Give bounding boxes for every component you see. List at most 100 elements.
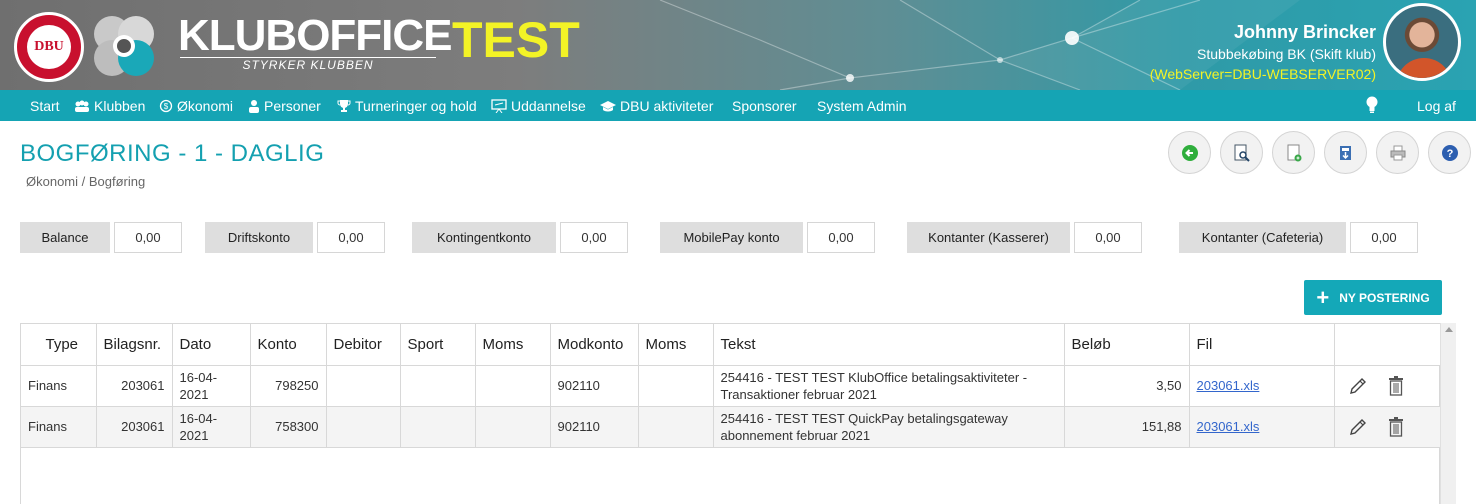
nav-item-personer[interactable]: Personer (248, 98, 321, 114)
kontanter-cafeteria-field: Kontanter (Cafeteria) 0,00 (1179, 222, 1418, 253)
cell-bilagsnr: 203061 (96, 365, 173, 407)
export-button[interactable] (1324, 131, 1367, 174)
nav-item-label: Økonomi (177, 98, 234, 114)
cell-moms (475, 406, 551, 448)
cell-tekst: 254416 - TEST TEST KlubOffice betalingsa… (713, 365, 1065, 407)
column-header-beloeb[interactable]: Beløb (1064, 324, 1190, 366)
nav-item-start[interactable]: Start (30, 98, 60, 114)
column-header-konto[interactable]: Konto (250, 324, 327, 366)
new-posting-label: NY POSTERING (1339, 290, 1430, 305)
column-header-dato[interactable]: Dato (172, 324, 251, 366)
nav-item-oekonomi[interactable]: $ Økonomi (159, 98, 233, 114)
table-row[interactable]: Finans 203061 16-04-2021 758300 902110 2… (21, 406, 1442, 448)
back-button[interactable] (1168, 131, 1211, 174)
logout-link[interactable]: Log af (1417, 98, 1456, 114)
preview-button[interactable] (1220, 131, 1263, 174)
table-row[interactable]: Finans 203061 16-04-2021 798250 902110 2… (21, 365, 1442, 407)
nav-item-uddannelse[interactable]: Uddannelse (491, 98, 586, 114)
column-header-type[interactable]: Type (21, 324, 97, 366)
new-document-button[interactable] (1272, 131, 1315, 174)
coin-icon: $ (159, 99, 173, 113)
nav-item-label: Turneringer og hold (355, 98, 477, 114)
main-nav: Start Klubben $ Økonomi Personer Turneri… (0, 90, 1476, 121)
nav-item-label: Uddannelse (511, 98, 586, 114)
kontingentkonto-label: Kontingentkonto (412, 222, 556, 253)
nav-item-label: Start (30, 98, 60, 114)
cell-beloeb: 151,88 (1064, 406, 1190, 448)
svg-text:?: ? (1446, 148, 1453, 160)
plus-icon: + (1316, 284, 1330, 310)
column-header-moms[interactable]: Moms (475, 324, 551, 366)
cell-debitor (326, 365, 401, 407)
new-document-icon (1287, 144, 1301, 161)
brand-tagline: STYRKER KLUBBEN (180, 57, 436, 72)
nav-item-system-admin[interactable]: System Admin (817, 98, 906, 114)
lightbulb-icon[interactable] (1365, 96, 1379, 114)
cell-type: Finans (21, 406, 97, 448)
file-link[interactable]: 203061.xls (1197, 419, 1260, 434)
cell-type: Finans (21, 365, 97, 407)
cell-moms-2 (638, 406, 714, 448)
balance-value: 0,00 (114, 222, 182, 253)
cell-debitor (326, 406, 401, 448)
cell-dato: 16-04-2021 (172, 365, 251, 407)
help-button[interactable]: ? (1428, 131, 1471, 174)
mobilepay-label: MobilePay konto (660, 222, 803, 253)
breadcrumb[interactable]: Økonomi / Bogføring (26, 174, 145, 189)
kontanter-kasserer-value: 0,00 (1074, 222, 1142, 253)
kontingentkonto-value: 0,00 (560, 222, 628, 253)
nav-item-dbu-aktiviteter[interactable]: DBU aktiviteter (600, 98, 713, 114)
nav-item-label: Klubben (94, 98, 146, 114)
driftskonto-label: Driftskonto (205, 222, 313, 253)
people-icon (75, 100, 89, 112)
cell-moms-2 (638, 365, 714, 407)
new-posting-button[interactable]: + NY POSTERING (1304, 280, 1442, 315)
graduation-cap-icon (600, 101, 616, 112)
user-name: Johnny Brincker (1233, 22, 1376, 42)
nav-item-label: DBU aktiviteter (620, 98, 714, 114)
cell-konto: 758300 (250, 406, 327, 448)
document-search-icon (1234, 144, 1250, 162)
cell-bilagsnr: 203061 (96, 406, 173, 448)
cell-beloeb: 3,50 (1064, 365, 1190, 407)
export-icon (1339, 145, 1351, 160)
dbu-logo[interactable]: DBU (14, 12, 84, 82)
postings-table: Type Bilagsnr. Dato Konto Debitor Sport … (20, 323, 1442, 504)
cell-dato: 16-04-2021 (172, 406, 251, 448)
nav-item-klubben[interactable]: Klubben (74, 98, 145, 114)
avatar[interactable] (1383, 3, 1461, 81)
cell-tekst: 254416 - TEST TEST QuickPay betalingsgat… (713, 406, 1065, 448)
nav-item-turneringer[interactable]: Turneringer og hold (337, 98, 477, 114)
column-header-bilagsnr[interactable]: Bilagsnr. (96, 324, 173, 366)
column-header-fil[interactable]: Fil (1189, 324, 1335, 366)
print-button[interactable] (1376, 131, 1419, 174)
file-link[interactable]: 203061.xls (1197, 378, 1260, 393)
balance-field: Balance 0,00 (20, 222, 182, 253)
column-header-modkonto[interactable]: Modkonto (550, 324, 639, 366)
edit-pencil-icon[interactable] (1348, 417, 1368, 437)
back-arrow-icon (1181, 144, 1198, 161)
svg-text:$: $ (164, 102, 169, 111)
nav-item-label: System Admin (817, 98, 907, 114)
mobilepay-value: 0,00 (807, 222, 875, 253)
table-scrollbar[interactable] (1440, 323, 1456, 504)
switch-club-link[interactable]: Stubbekøbing BK (Skift klub) (1197, 46, 1376, 62)
column-header-sport[interactable]: Sport (400, 324, 476, 366)
scroll-up-arrow-icon[interactable] (1445, 327, 1453, 332)
trash-icon[interactable] (1386, 416, 1406, 438)
toolbar: ? (1168, 131, 1471, 174)
cell-konto: 798250 (250, 365, 327, 407)
column-header-moms-2[interactable]: Moms (638, 324, 714, 366)
column-header-tekst[interactable]: Tekst (713, 324, 1065, 366)
nav-item-sponsorer[interactable]: Sponsorer (732, 98, 797, 114)
trash-icon[interactable] (1386, 375, 1406, 397)
cell-actions (1334, 406, 1442, 448)
printer-icon (1390, 145, 1405, 160)
trophy-icon (337, 100, 351, 112)
column-header-debitor[interactable]: Debitor (326, 324, 401, 366)
nav-item-label: Personer (264, 98, 321, 114)
edit-pencil-icon[interactable] (1348, 376, 1368, 396)
balance-label: Balance (20, 222, 110, 253)
cell-moms (475, 365, 551, 407)
environment-label: TEST (452, 12, 580, 68)
